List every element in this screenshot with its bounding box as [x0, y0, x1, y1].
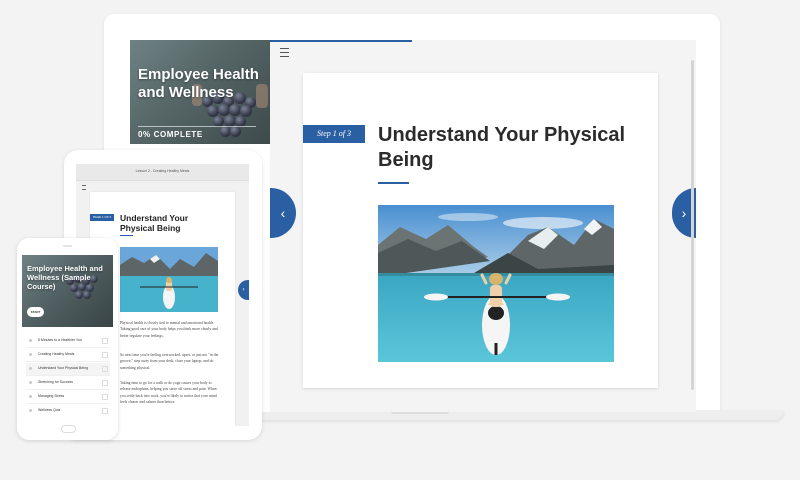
kayak-photo [378, 205, 614, 362]
hamburger-icon[interactable] [280, 48, 289, 57]
phone-lesson-item[interactable]: Managing Stress [26, 391, 110, 404]
phone-lesson-item-active[interactable]: Understand Your Physical Being [26, 363, 110, 376]
progress-line [138, 126, 256, 127]
progress-bar [270, 40, 412, 42]
chevron-right-icon: › [681, 205, 687, 221]
tablet-kayak-photo [120, 247, 218, 312]
phone-lesson-item[interactable]: 5 Minutes to a Healthier You [26, 335, 110, 348]
title-divider [378, 182, 409, 184]
phone-speaker [63, 245, 72, 247]
tablet-paragraph: Taking time to go for a walk or do yoga … [120, 381, 217, 404]
phone-screen: Employee Health and Wellness (Sample Cou… [22, 255, 113, 415]
lesson-content: Step 1 of 3 Understand Your Physical Bei… [303, 73, 658, 388]
step-badge: Step 1 of 3 [303, 125, 365, 143]
course-hero: Employee Health and Wellness 0% COMPLETE [130, 40, 270, 144]
phone-home-button[interactable] [61, 425, 76, 433]
scrollbar[interactable] [691, 60, 694, 390]
tablet-title-divider [120, 235, 133, 236]
phone-course-hero: Employee Health and Wellness (Sample Cou… [22, 255, 113, 327]
start-button[interactable]: START [27, 307, 44, 317]
tablet-paragraph: So next time you're feeling overworked, … [120, 353, 219, 370]
tablet-next-button[interactable]: › [238, 280, 249, 300]
phone-lesson-item[interactable]: Creating Healthy Meals [26, 349, 110, 362]
chevron-left-icon: ‹ [280, 205, 286, 221]
tablet-step-badge: PAGE 1 OF 3 [90, 214, 114, 221]
tablet-header: Lesson 2 - Creating Healthy Meals [76, 164, 249, 181]
course-title: Employee Health and Wellness [138, 66, 259, 101]
tablet-lesson-title: Understand Your Physical Being [120, 213, 189, 233]
prev-lesson-button[interactable]: ‹ [270, 188, 296, 238]
phone-course-title: Employee Health and Wellness (Sample Cou… [27, 264, 103, 291]
tablet-paragraph: Physical health is closely tied to menta… [120, 321, 218, 338]
lesson-title: Understand Your Physical Being [378, 124, 626, 171]
chevron-right-icon: › [242, 287, 245, 293]
phone-lesson-item[interactable]: Stretching for Success [26, 377, 110, 390]
tablet-lesson-header: Lesson 2 - Creating Healthy Meals [135, 169, 190, 173]
phone-lesson-item[interactable]: Wellness Quiz [26, 405, 110, 415]
tablet-menu-icon[interactable] [82, 185, 86, 190]
progress-label: 0% COMPLETE [138, 130, 203, 139]
